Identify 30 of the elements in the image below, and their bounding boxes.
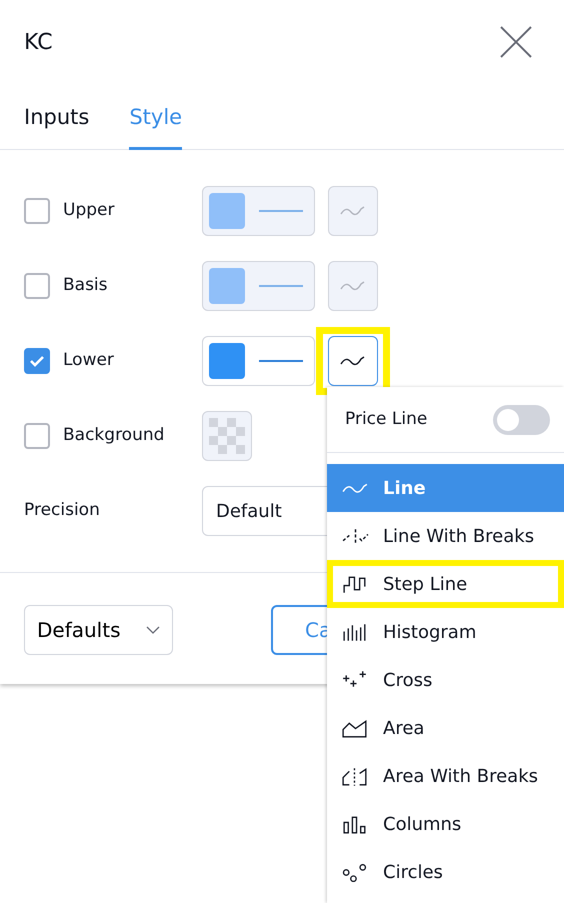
background-color-button[interactable]	[202, 411, 252, 461]
tab[interactable]: Inputs	[24, 84, 90, 150]
toggle-switch[interactable]	[493, 404, 550, 434]
checkbox[interactable]	[24, 423, 50, 449]
menu-item[interactable]: Columns	[327, 800, 564, 848]
menu-item[interactable]: Cross	[327, 656, 564, 704]
check-icon	[29, 355, 45, 367]
checkbox[interactable]	[24, 348, 50, 374]
menu-item[interactable]: Area	[327, 704, 564, 752]
menu-item[interactable]: Circles	[327, 848, 564, 896]
checkbox-label: Lower	[63, 349, 114, 372]
checkbox[interactable]	[24, 273, 50, 299]
menu-item[interactable]: Line With Breaks	[327, 512, 564, 560]
plot-style-button[interactable]	[328, 336, 378, 386]
menu-item[interactable]: Histogram	[327, 608, 564, 656]
color-line-button[interactable]	[202, 336, 315, 386]
toggle-label: Price Line	[345, 408, 428, 431]
menu-item[interactable]: Step Line	[327, 560, 564, 608]
chevron-down-icon	[146, 626, 160, 634]
checkbox-label: Background	[63, 424, 164, 448]
dialog-title: KC	[24, 28, 53, 56]
defaults-dropdown[interactable]: Defaults	[24, 605, 173, 655]
checkbox-label: Basis	[63, 274, 108, 298]
checkbox-label: Upper	[63, 199, 114, 222]
menu-item[interactable]: Area With Breaks	[327, 752, 564, 800]
checkbox[interactable]	[24, 198, 50, 224]
color-line-button[interactable]	[202, 186, 315, 236]
field-label: Precision	[24, 499, 100, 522]
color-line-button[interactable]	[202, 261, 315, 311]
close-button[interactable]	[499, 25, 533, 59]
